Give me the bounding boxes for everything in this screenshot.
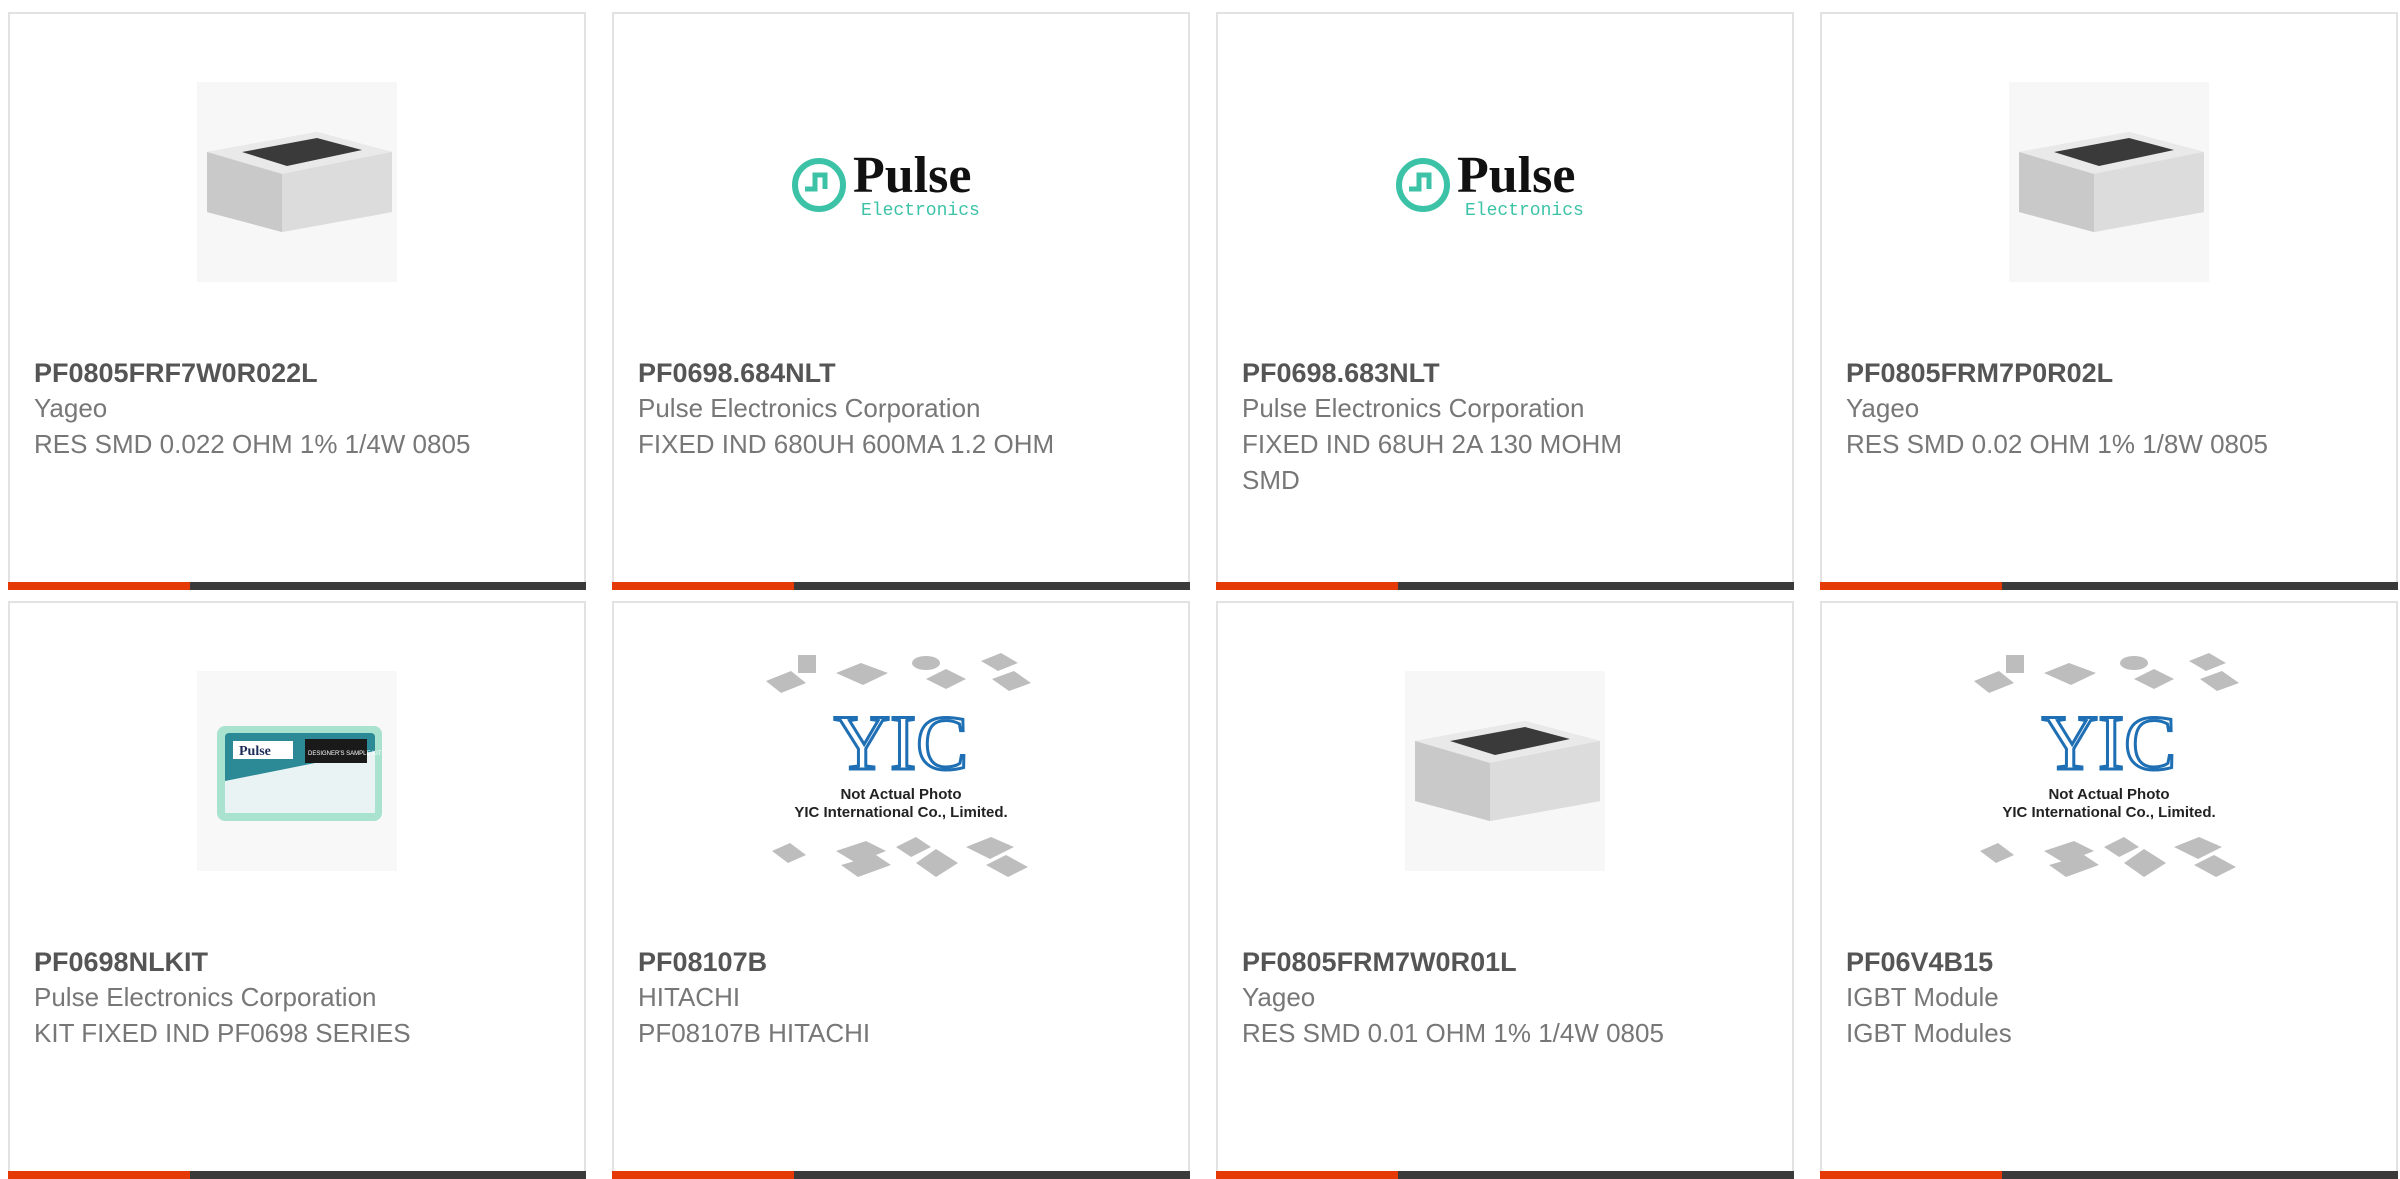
product-card[interactable]: YIC Not Actual Photo YIC International C… (612, 601, 1190, 1179)
part-number[interactable]: PF0805FRM7W0R01L (1242, 945, 1768, 979)
pulse-sub: Electronics (861, 201, 980, 221)
card-bottom-bar (1820, 1171, 2398, 1179)
manufacturer: Pulse Electronics Corporation (1242, 393, 1585, 423)
manufacturer: Yageo (1242, 982, 1316, 1012)
product-card[interactable]: PF0805FRF7W0R022L Yageo RES SMD 0.022 OH… (8, 12, 586, 590)
product-grid: PF0805FRF7W0R022L Yageo RES SMD 0.022 OH… (8, 12, 2398, 1179)
card-bottom-bar (8, 582, 586, 590)
card-accent (1216, 1171, 1398, 1179)
product-image[interactable] (1822, 82, 2396, 282)
card-bottom-bar (612, 1171, 1190, 1179)
description: FIXED IND 680UH 600MA 1.2 OHM (638, 429, 1055, 459)
part-number[interactable]: PF08107B (638, 945, 1164, 979)
product-card[interactable]: Pulse Electronics PF0698.683NLT Pulse El… (1216, 12, 1794, 590)
manufacturer: Pulse Electronics Corporation (638, 393, 981, 423)
kit-brand: Pulse (239, 744, 271, 759)
product-image[interactable]: Pulse Electronics (1218, 82, 1792, 282)
product-card[interactable]: PF0805FRM7W0R01L Yageo RES SMD 0.01 OHM … (1216, 601, 1794, 1179)
yic-line2: YIC International Co., Limited. (2002, 804, 2215, 821)
card-accent (1820, 582, 2002, 590)
resistor-chip-image (197, 82, 397, 282)
yic-mark: YIC (834, 699, 968, 786)
description: IGBT Modules (1846, 1018, 2012, 1048)
description: RES SMD 0.022 OHM 1% 1/4W 0805 (34, 429, 471, 459)
card-accent (612, 582, 794, 590)
card-bottom-bar (612, 582, 1190, 590)
yic-line1: Not Actual Photo (840, 786, 961, 803)
card-accent (1216, 582, 1398, 590)
resistor-chip-image (1405, 671, 1605, 871)
card-bottom-bar (1216, 582, 1794, 590)
product-card[interactable]: Pulse DESIGNER'S SAMPLE KIT PF0698NLKIT … (8, 601, 586, 1179)
product-image[interactable]: YIC Not Actual Photo YIC International C… (614, 653, 1188, 877)
part-number[interactable]: PF0805FRF7W0R022L (34, 356, 560, 390)
yic-placeholder-image: YIC Not Actual Photo YIC International C… (1974, 653, 2239, 877)
part-number[interactable]: PF0698NLKIT (34, 945, 560, 979)
yic-line1: Not Actual Photo (2048, 786, 2169, 803)
manufacturer: Pulse Electronics Corporation (34, 982, 377, 1012)
product-image[interactable] (10, 82, 584, 282)
description: RES SMD 0.01 OHM 1% 1/4W 0805 (1242, 1018, 1664, 1048)
part-number[interactable]: PF0698.683NLT (1242, 356, 1768, 390)
pulse-logo-image: Pulse Electronics (1396, 147, 1584, 221)
pulse-name: Pulse (1457, 147, 1575, 204)
card-bottom-bar (1216, 1171, 1794, 1179)
part-number[interactable]: PF06V4B15 (1846, 945, 2372, 979)
yic-mark: YIC (2042, 699, 2176, 786)
manufacturer: IGBT Module (1846, 982, 1999, 1012)
product-card[interactable]: PF0805FRM7P0R02L Yageo RES SMD 0.02 OHM … (1820, 12, 2398, 590)
card-accent (1820, 1171, 2002, 1179)
part-number[interactable]: PF0698.684NLT (638, 356, 1164, 390)
pulse-kit-box-image: Pulse DESIGNER'S SAMPLE KIT (197, 671, 397, 871)
product-image[interactable]: YIC Not Actual Photo YIC International C… (1822, 653, 2396, 877)
description: RES SMD 0.02 OHM 1% 1/8W 0805 (1846, 429, 2268, 459)
product-card[interactable]: YIC Not Actual Photo YIC International C… (1820, 601, 2398, 1179)
product-image[interactable]: Pulse Electronics (614, 82, 1188, 282)
manufacturer: Yageo (34, 393, 108, 423)
product-image[interactable] (1218, 671, 1792, 871)
card-accent (8, 582, 190, 590)
pulse-sub: Electronics (1465, 201, 1584, 221)
card-bottom-bar (8, 1171, 586, 1179)
card-bottom-bar (1820, 582, 2398, 590)
description: KIT FIXED IND PF0698 SERIES (34, 1018, 411, 1048)
manufacturer: HITACHI (638, 982, 741, 1012)
card-accent (612, 1171, 794, 1179)
product-image[interactable]: Pulse DESIGNER'S SAMPLE KIT (10, 671, 584, 871)
pulse-name: Pulse (853, 147, 971, 204)
yic-placeholder-image: YIC Not Actual Photo YIC International C… (766, 653, 1031, 877)
description: FIXED IND 68UH 2A 130 MOHM SMD (1242, 429, 1622, 495)
resistor-chip-image (2009, 82, 2209, 282)
product-card[interactable]: Pulse Electronics PF0698.684NLT Pulse El… (612, 12, 1190, 590)
description: PF08107B HITACHI (638, 1018, 871, 1048)
pulse-logo-image: Pulse Electronics (792, 147, 980, 221)
manufacturer: Yageo (1846, 393, 1920, 423)
yic-line2: YIC International Co., Limited. (794, 804, 1007, 821)
part-number[interactable]: PF0805FRM7P0R02L (1846, 356, 2372, 390)
kit-label: DESIGNER'S SAMPLE KIT (308, 751, 382, 757)
card-accent (8, 1171, 190, 1179)
